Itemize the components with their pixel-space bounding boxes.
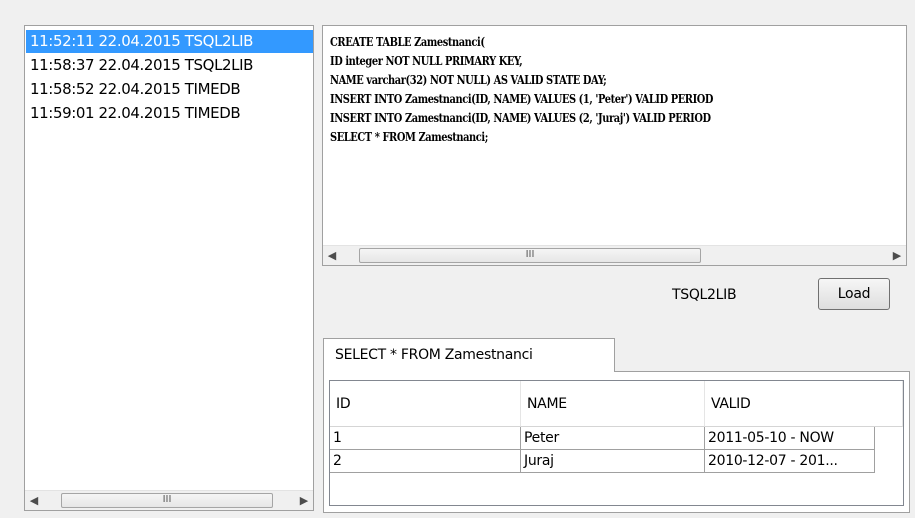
- sql-editor[interactable]: CREATE TABLE Zamestnanci( ID integer NOT …: [322, 25, 907, 266]
- column-header-id[interactable]: ID: [330, 381, 521, 427]
- scrollbar-thumb[interactable]: III: [359, 248, 701, 263]
- scrollbar-thumb[interactable]: III: [61, 493, 273, 508]
- query-history-list[interactable]: 11:52:11 22.04.2015 TSQL2LIB 11:58:37 22…: [24, 25, 314, 511]
- left-arrow-icon[interactable]: ◀: [25, 491, 43, 510]
- column-header-valid[interactable]: VALID: [705, 381, 903, 427]
- result-table[interactable]: ID NAME VALID 1 Peter 2011-05-10 - NOW 2…: [329, 380, 904, 506]
- history-horizontal-scrollbar[interactable]: ◀ III ▶: [25, 490, 313, 510]
- editor-horizontal-scrollbar[interactable]: ◀ III ▶: [323, 245, 906, 265]
- sql-line: NAME varchar(32) NOT NULL) AS VALID STAT…: [330, 73, 607, 87]
- sql-line: INSERT INTO Zamestnanci(ID, NAME) VALUES…: [330, 111, 711, 125]
- sql-line: INSERT INTO Zamestnanci(ID, NAME) VALUES…: [330, 92, 714, 106]
- table-cell[interactable]: Juraj: [521, 450, 705, 473]
- left-arrow-icon[interactable]: ◀: [323, 246, 341, 265]
- connection-label: TSQL2LIB: [672, 287, 737, 303]
- table-cell[interactable]: 1: [330, 427, 521, 450]
- sql-line: ID integer NOT NULL PRIMARY KEY,: [330, 54, 523, 68]
- table-cell[interactable]: Peter: [521, 427, 705, 450]
- history-item[interactable]: 11:52:11 22.04.2015 TSQL2LIB: [26, 30, 313, 53]
- column-header-name[interactable]: NAME: [521, 381, 705, 427]
- right-arrow-icon[interactable]: ▶: [295, 491, 313, 510]
- history-item[interactable]: 11:59:01 22.04.2015 TIMEDB: [26, 102, 313, 125]
- table-cell[interactable]: 2: [330, 450, 521, 473]
- table-cell[interactable]: 2010-12-07 - 201...: [705, 450, 875, 473]
- history-item[interactable]: 11:58:37 22.04.2015 TSQL2LIB: [26, 54, 313, 77]
- history-item[interactable]: 11:58:52 22.04.2015 TIMEDB: [26, 78, 313, 101]
- load-button[interactable]: Load: [818, 278, 890, 310]
- sql-line: SELECT * FROM Zamestnanci;: [330, 130, 488, 144]
- sql-line: CREATE TABLE Zamestnanci(: [330, 35, 485, 49]
- tab-result[interactable]: SELECT * FROM Zamestnanci: [323, 338, 615, 372]
- table-cell[interactable]: 2011-05-10 - NOW: [705, 427, 875, 450]
- right-arrow-icon[interactable]: ▶: [888, 246, 906, 265]
